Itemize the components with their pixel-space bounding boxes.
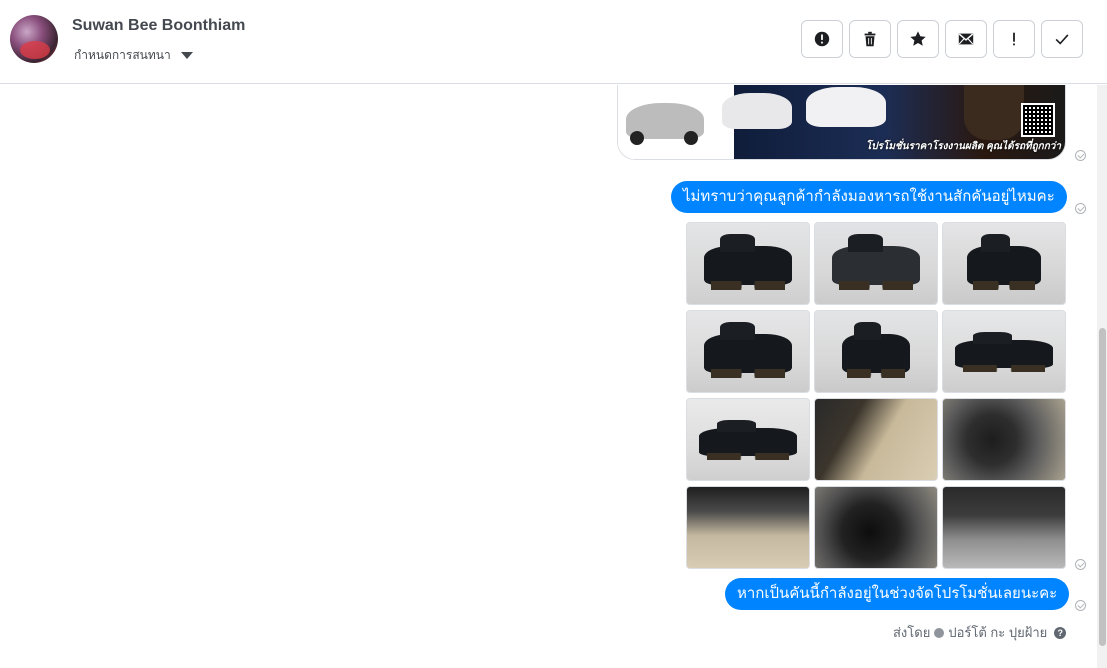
sent-check-icon xyxy=(1075,203,1086,214)
promo-image-left xyxy=(618,85,734,159)
photo-thumbnail[interactable] xyxy=(686,222,810,305)
trash-icon xyxy=(864,31,876,47)
promo-caption: โปรโมชั่นราคาโรงงานผลิต คุณได้รถที่ถูกกว… xyxy=(865,141,1061,152)
qr-code-icon xyxy=(1021,103,1055,137)
scrollbar-thumb[interactable] xyxy=(1099,328,1106,646)
photo-thumbnail[interactable] xyxy=(942,398,1066,481)
photo-thumbnail[interactable] xyxy=(814,310,938,393)
photo-thumbnail[interactable] xyxy=(686,310,810,393)
promo-image-card[interactable]: โปรโมชั่นราคาโรงงานผลิต คุณได้รถที่ถูกกว… xyxy=(617,85,1066,160)
message-thread[interactable]: โปรโมชั่นราคาโรงงานผลิต คุณได้รถที่ถูกกว… xyxy=(0,85,1097,668)
caret-down-icon xyxy=(180,52,193,59)
photo-thumbnail[interactable] xyxy=(814,222,938,305)
help-icon[interactable]: ? xyxy=(1054,626,1067,639)
sent-check-icon xyxy=(1075,150,1086,161)
message-bubble[interactable]: หากเป็นคันนี้กำลังอยู่ในช่วงจัดโปรโมชั่น… xyxy=(725,578,1070,610)
contact-avatar[interactable] xyxy=(10,15,58,63)
photo-grid xyxy=(686,222,1066,569)
photo-thumbnail[interactable] xyxy=(686,398,810,481)
exclamation-icon xyxy=(1013,32,1015,46)
photo-thumbnail[interactable] xyxy=(814,398,938,481)
pickup-silhouette xyxy=(722,93,792,129)
checkmark-icon xyxy=(1055,34,1069,45)
photo-thumbnail[interactable] xyxy=(686,486,810,569)
sent-by-line: ส่งโดย ปอร์โต้ กะ ปุยฝ้าย ? xyxy=(893,622,1067,643)
photo-thumbnail[interactable] xyxy=(942,222,1066,305)
alert-circle-icon xyxy=(814,31,830,47)
mark-done-button[interactable] xyxy=(1041,20,1083,58)
sender-name[interactable]: ปอร์โต้ กะ ปุยฝ้าย xyxy=(948,622,1047,643)
envelope-icon xyxy=(958,33,974,45)
promo-image: โปรโมชั่นราคาโรงงานผลิต คุณได้รถที่ถูกกว… xyxy=(722,85,1065,159)
contact-name[interactable]: Suwan Bee Boonthiam xyxy=(72,17,245,35)
spam-button[interactable] xyxy=(801,20,843,58)
assign-conversation-label: กำหนดการสนทนา xyxy=(74,48,171,62)
conversation-actions xyxy=(801,20,1083,58)
pickup-silhouette xyxy=(806,87,886,127)
sent-check-icon xyxy=(1075,559,1086,570)
photo-thumbnail[interactable] xyxy=(814,486,938,569)
assign-conversation-dropdown[interactable]: กำหนดการสนทนา xyxy=(74,46,193,65)
delete-button[interactable] xyxy=(849,20,891,58)
photo-thumbnail[interactable] xyxy=(942,310,1066,393)
verified-check-icon xyxy=(934,627,945,638)
follow-up-button[interactable] xyxy=(993,20,1035,58)
star-button[interactable] xyxy=(897,20,939,58)
message-bubble[interactable]: ไม่ทราบว่าคุณลูกค้ากำลังมองหารถใช้งานสัก… xyxy=(671,181,1067,213)
sent-by-label: ส่งโดย xyxy=(893,625,931,640)
sent-check-icon xyxy=(1075,600,1086,611)
mark-unread-button[interactable] xyxy=(945,20,987,58)
conversation-header: Suwan Bee Boonthiam กำหนดการสนทนา xyxy=(0,0,1107,84)
star-icon xyxy=(910,31,926,46)
photo-thumbnail[interactable] xyxy=(942,486,1066,569)
